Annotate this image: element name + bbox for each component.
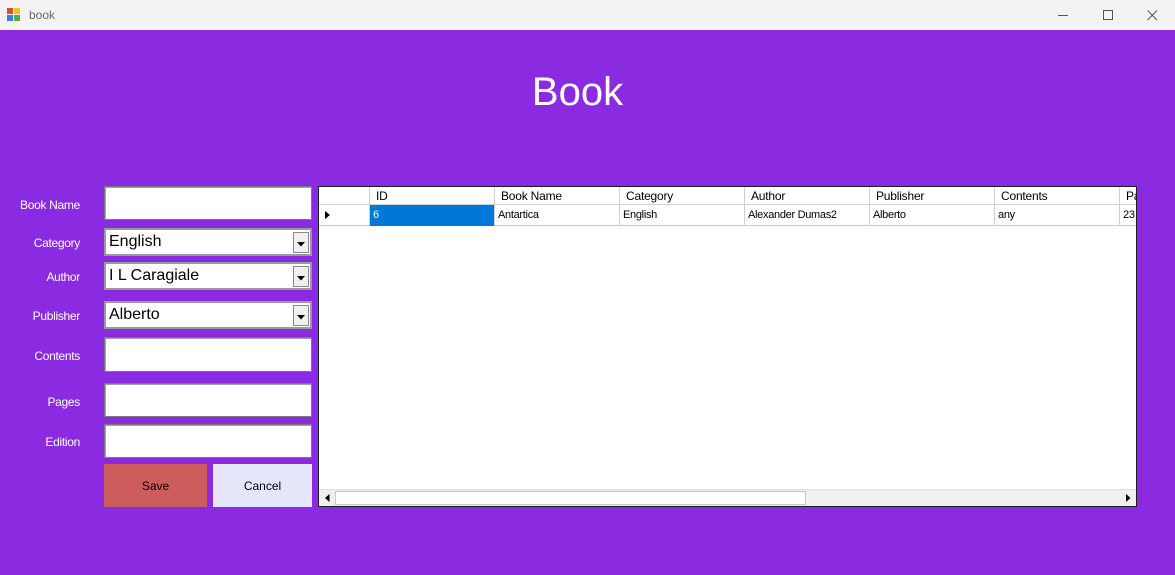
publisher-label: Publisher [32,309,81,323]
maximize-icon [1102,9,1114,21]
maximize-button[interactable] [1085,0,1131,30]
row-header[interactable] [319,205,370,226]
edition-input[interactable] [104,424,312,458]
category-combobox[interactable]: English [104,228,312,256]
column-header-author[interactable]: Author [745,187,870,205]
save-button-label: Save [141,478,170,493]
table-cell[interactable]: English [620,205,745,226]
book-name-input[interactable] [104,186,312,220]
chevron-right-icon [1125,489,1131,506]
window-titlebar: book [0,0,1175,30]
edition-label: Edition [45,435,80,449]
close-button[interactable] [1129,0,1175,30]
close-icon [1146,9,1158,21]
minimize-button[interactable] [1040,0,1086,30]
page-title: Book [531,70,624,114]
author-dropdown-button[interactable] [293,266,309,287]
publisher-value: Alberto [109,306,160,323]
table-cell[interactable]: Alberto [870,205,995,226]
column-header-category[interactable]: Category [620,187,745,205]
window-title: book [29,8,56,22]
current-row-arrow-icon [325,211,330,219]
column-header-book-name[interactable]: Book Name [495,187,620,205]
table-cell[interactable]: Alexander Dumas2 [745,205,870,226]
column-header-publisher[interactable]: Publisher [870,187,995,205]
cancel-button[interactable]: Cancel [213,464,312,507]
author-label: Author [46,270,80,284]
column-header-id[interactable]: ID [370,187,495,205]
pages-input[interactable] [104,383,312,417]
chevron-down-icon [297,307,305,325]
scroll-left-button[interactable] [319,490,335,506]
contents-input[interactable] [104,337,312,372]
author-combobox[interactable]: I L Caragiale [104,262,312,290]
scroll-right-button[interactable] [1120,490,1136,506]
pages-label: Pages [47,395,80,409]
chevron-down-icon [297,234,305,252]
cancel-button-label: Cancel [243,478,282,493]
publisher-dropdown-button[interactable] [293,305,309,326]
table-cell[interactable]: Antartica [495,205,620,226]
save-button[interactable]: Save [104,464,207,507]
chevron-left-icon [324,489,330,506]
book-name-label: Book Name [20,198,80,212]
scroll-thumb[interactable] [335,491,806,505]
books-data-grid[interactable]: ID Book Name Category Author Publisher C… [318,186,1137,507]
table-cell[interactable]: any [995,205,1120,226]
horizontal-scrollbar[interactable] [319,489,1136,506]
category-dropdown-button[interactable] [293,232,309,253]
minimize-icon [1057,10,1069,21]
table-cell[interactable]: 23 [1120,205,1136,226]
app-icon [7,8,21,21]
grid-header: ID Book Name Category Author Publisher C… [319,187,1136,205]
column-header-pages[interactable]: Pa [1120,187,1136,205]
category-value: English [109,233,162,250]
contents-label: Contents [34,349,80,363]
table-row[interactable]: 6 Antartica English Alexander Dumas2 Alb… [319,205,1136,226]
table-cell[interactable]: 6 [370,205,495,226]
author-value: I L Caragiale [109,267,200,284]
column-header-contents[interactable]: Contents [995,187,1120,205]
row-header-corner[interactable] [319,187,370,205]
scroll-track[interactable] [335,490,1120,506]
category-label: Category [33,236,81,250]
publisher-combobox[interactable]: Alberto [104,301,312,329]
chevron-down-icon [297,268,305,286]
